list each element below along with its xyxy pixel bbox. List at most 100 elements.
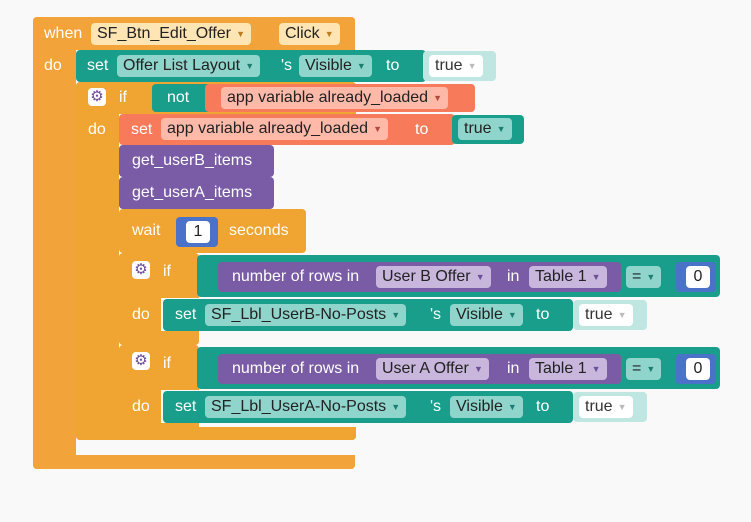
chevron-down-icon: ▼ <box>467 61 477 71</box>
set1-property-text: Visible <box>305 57 352 74</box>
if2-entity-dropdown[interactable]: User B Offer ▼ <box>376 266 491 288</box>
set4-property-dropdown[interactable]: Visible ▼ <box>450 396 523 418</box>
wait-unit-label: seconds <box>229 222 289 239</box>
chevron-down-icon: ▼ <box>617 310 627 320</box>
set4-value-dropdown[interactable]: true ▼ <box>579 396 633 418</box>
gear-icon[interactable]: ⚙ <box>132 352 150 370</box>
event-do-label: do <box>44 57 62 74</box>
gear-icon[interactable]: ⚙ <box>132 261 150 279</box>
if3-num-rows-label: number of rows in <box>232 360 360 377</box>
if3-operator-dropdown[interactable]: = ▼ <box>626 358 662 380</box>
set2-value-dropdown[interactable]: true ▼ <box>458 118 512 140</box>
set2-set-label: set <box>131 121 153 138</box>
set4-property-text: Visible <box>456 398 503 415</box>
if2-footer <box>119 331 199 345</box>
if1-variable-dropdown[interactable]: app variable already_loaded ▼ <box>221 87 449 109</box>
set1-component-text: Offer List Layout <box>123 57 241 74</box>
if3-num-text: 0 <box>693 360 703 377</box>
not-label: not <box>167 89 190 106</box>
set2-value-text: true <box>464 120 492 137</box>
chevron-down-icon: ▼ <box>433 93 443 103</box>
if3-number-field[interactable]: 0 <box>686 358 710 380</box>
set3-true-block[interactable]: true ▼ <box>573 300 647 330</box>
if3-in-label: in <box>507 360 520 377</box>
set3-property-dropdown[interactable]: Visible ▼ <box>450 304 523 326</box>
set3-to-label: to <box>536 306 550 323</box>
if3-entity-dropdown[interactable]: User A Offer ▼ <box>376 358 489 380</box>
set3-s-label: 's <box>430 306 442 323</box>
set1-true-block[interactable]: true ▼ <box>423 51 496 81</box>
gear-icon[interactable]: ⚙ <box>88 88 106 106</box>
chevron-down-icon: ▼ <box>245 61 255 71</box>
set3-component-text: SF_Lbl_UserB-No-Posts <box>211 306 387 323</box>
chevron-down-icon: ▼ <box>391 310 401 320</box>
chevron-down-icon: ▼ <box>646 364 656 374</box>
event-component-dropdown[interactable]: SF_Btn_Edit_Offer ▼ <box>91 23 251 45</box>
if2-table-dropdown[interactable]: Table 1 ▼ <box>529 266 607 288</box>
if3-table-text: Table 1 <box>535 360 587 377</box>
event-when-label: when <box>44 25 83 42</box>
if3-footer <box>119 423 199 437</box>
set3-component-dropdown[interactable]: SF_Lbl_UserB-No-Posts ▼ <box>205 304 407 326</box>
chevron-down-icon: ▼ <box>391 402 401 412</box>
chevron-down-icon: ▼ <box>507 310 517 320</box>
event-name-dropdown[interactable]: Click ▼ <box>279 23 340 45</box>
if2-num-text: 0 <box>693 268 703 285</box>
chevron-down-icon: ▼ <box>646 272 656 282</box>
chevron-down-icon: ▼ <box>496 124 506 134</box>
if1-variable-text: app variable already_loaded <box>227 89 429 106</box>
chevron-down-icon: ▼ <box>356 61 366 71</box>
set4-true-block[interactable]: true ▼ <box>573 392 647 422</box>
chevron-down-icon: ▼ <box>473 364 483 374</box>
set1-property-dropdown[interactable]: Visible ▼ <box>299 55 372 77</box>
set2-to-label: to <box>415 121 429 138</box>
set1-component-dropdown[interactable]: Offer List Layout ▼ <box>117 55 261 77</box>
chevron-down-icon: ▼ <box>591 272 601 282</box>
set2-variable-text: app variable already_loaded <box>167 120 369 137</box>
if2-do-label: do <box>132 306 150 323</box>
wait-number-field[interactable]: 1 <box>186 221 210 243</box>
if3-table-dropdown[interactable]: Table 1 ▼ <box>529 358 607 380</box>
set1-value-text: true <box>435 57 463 74</box>
chevron-down-icon: ▼ <box>475 272 485 282</box>
set3-property-text: Visible <box>456 306 503 323</box>
wait-value-text: 1 <box>193 223 203 240</box>
if2-number-field[interactable]: 0 <box>686 266 710 288</box>
if2-operator-dropdown[interactable]: = ▼ <box>626 266 662 288</box>
if2-in-label: in <box>507 268 520 285</box>
event-name-text: Click <box>285 25 320 42</box>
chevron-down-icon: ▼ <box>236 29 245 39</box>
if1-footer <box>76 427 356 440</box>
if2-op-text: = <box>632 268 642 285</box>
set3-value-text: true <box>585 306 613 323</box>
set1-set-label: set <box>87 57 109 74</box>
chevron-down-icon: ▼ <box>617 402 627 412</box>
if2-table-text: Table 1 <box>535 268 587 285</box>
chevron-down-icon: ▼ <box>324 29 334 39</box>
event-footer <box>33 455 355 469</box>
set4-set-label: set <box>175 398 197 415</box>
set4-s-label: 's <box>430 398 442 415</box>
chevron-down-icon: ▼ <box>373 124 383 134</box>
if3-entity-text: User A Offer <box>382 360 469 377</box>
if2-entity-text: User B Offer <box>382 268 471 285</box>
if1-if-label: if <box>119 89 127 106</box>
set4-component-text: SF_Lbl_UserA-No-Posts <box>211 398 387 415</box>
set4-component-dropdown[interactable]: SF_Lbl_UserA-No-Posts ▼ <box>205 396 407 418</box>
set3-value-dropdown[interactable]: true ▼ <box>579 304 633 326</box>
chevron-down-icon: ▼ <box>507 402 517 412</box>
set2-variable-dropdown[interactable]: app variable already_loaded ▼ <box>161 118 389 140</box>
set3-set-label: set <box>175 306 197 323</box>
if1-do-label: do <box>88 121 106 138</box>
set1-to-label: to <box>386 57 400 74</box>
set4-value-text: true <box>585 398 613 415</box>
if3-op-text: = <box>632 360 642 377</box>
if2-num-rows-label: number of rows in <box>232 268 360 285</box>
wait-label: wait <box>132 222 161 239</box>
if2-if-label: if <box>163 263 171 280</box>
call-b-label: get_userB_items <box>132 152 253 169</box>
set1-s-label: 's <box>281 57 293 74</box>
chevron-down-icon: ▼ <box>591 364 601 374</box>
set1-value-dropdown[interactable]: true ▼ <box>429 55 483 77</box>
call-a-label: get_userA_items <box>132 184 253 201</box>
